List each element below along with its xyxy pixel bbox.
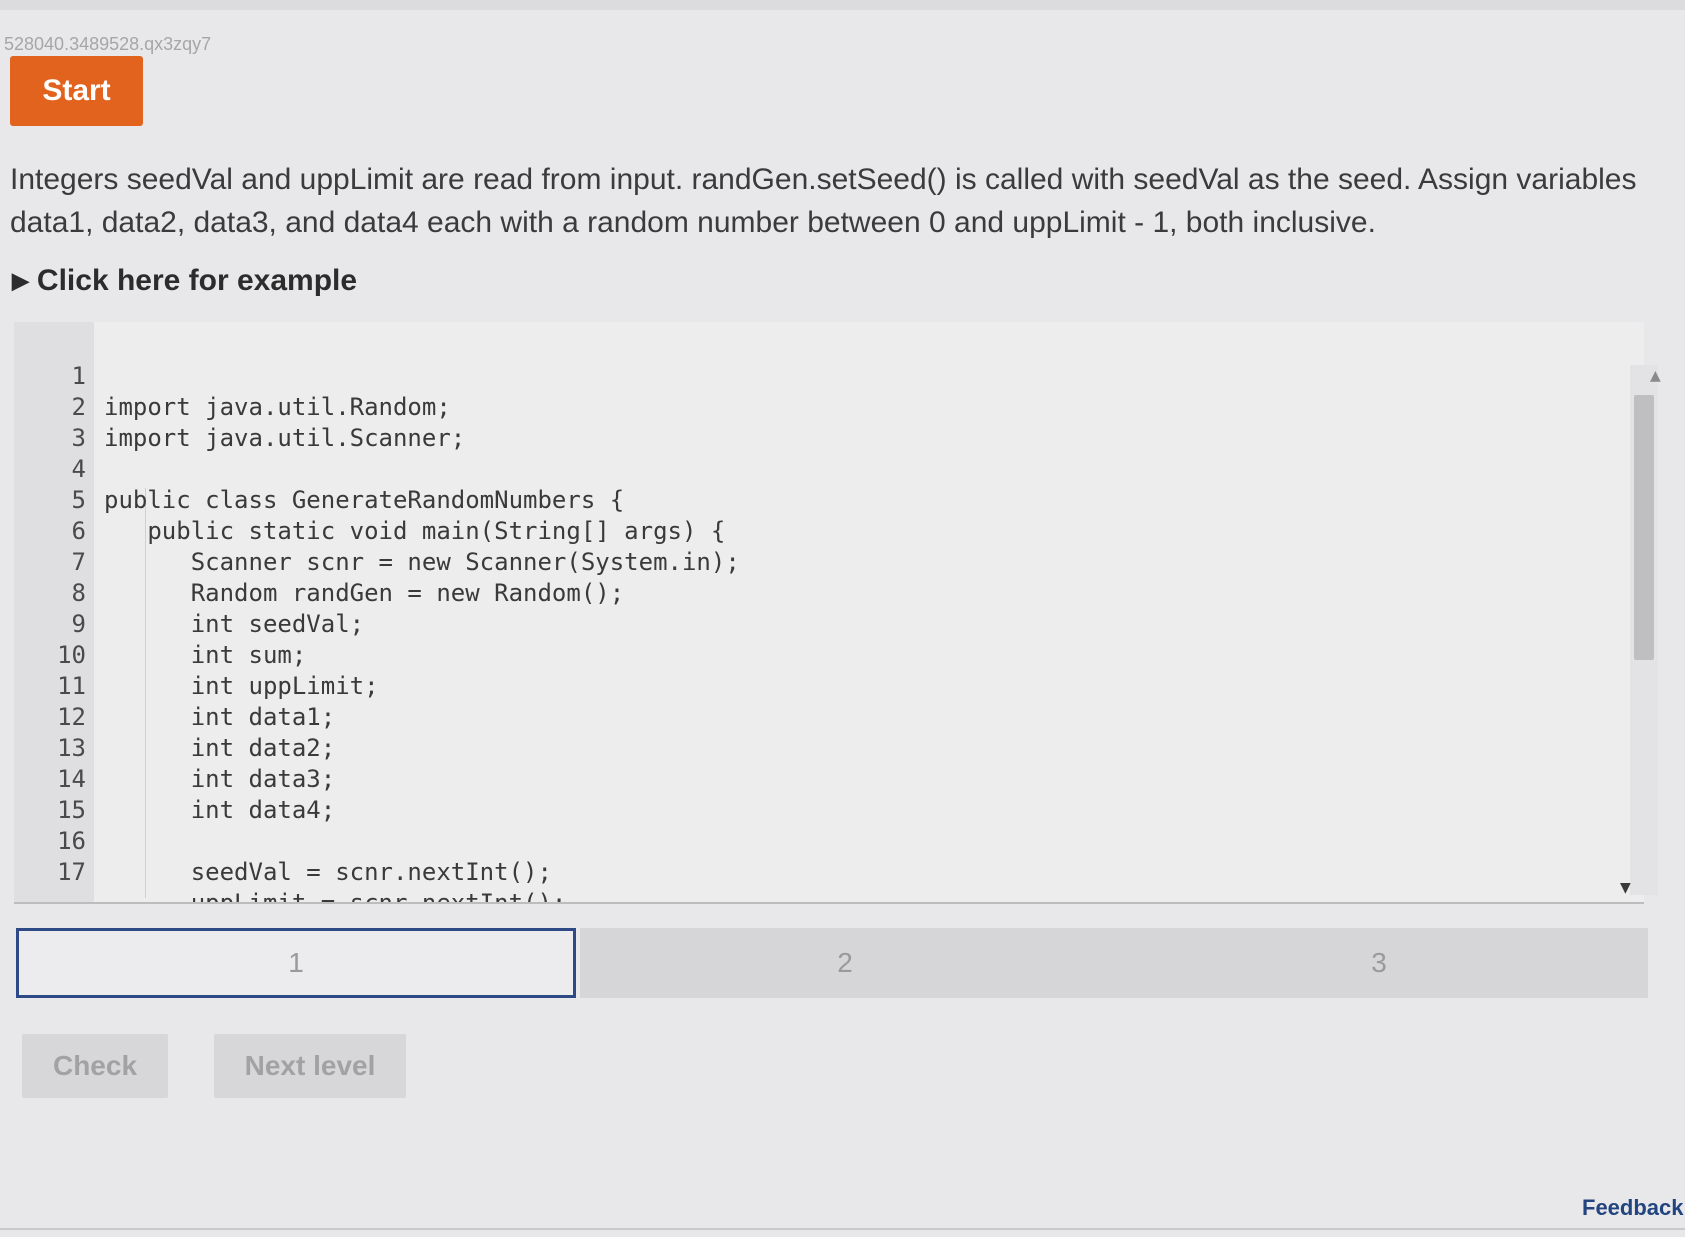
line-number: 17	[57, 858, 86, 886]
code-line: 4 public class GenerateRandomNumbers {	[14, 423, 1574, 514]
code-line: 15	[14, 764, 1574, 824]
scroll-down-arrow-icon[interactable]: ▼	[1620, 880, 1631, 896]
next-level-button[interactable]: Next level	[214, 1034, 406, 1098]
line-code: seedVal = scnr.nextInt();	[104, 858, 552, 886]
code-line: 17 uppLimit = scnr.nextInt();	[14, 826, 1574, 902]
disclosure-triangle-icon: ▶	[12, 268, 29, 293]
code-line: 11 int data1;	[14, 640, 1574, 731]
code-line: 2 import java.util.Scanner;	[14, 361, 1574, 452]
code-line: 12 int data2;	[14, 671, 1574, 762]
code-line: 1 import java.util.Random;	[14, 330, 1574, 421]
code-line: 3	[14, 392, 1574, 452]
scroll-up-arrow-icon[interactable]: ▲	[1650, 368, 1661, 384]
check-button[interactable]: Check	[22, 1034, 168, 1098]
level-segment-1[interactable]: 1	[16, 928, 576, 998]
example-toggle[interactable]: ▶ Click here for example	[12, 264, 357, 298]
code-line: 13 int data3;	[14, 702, 1574, 793]
code-line: 10 int uppLimit;	[14, 609, 1574, 700]
footer-divider	[0, 1228, 1685, 1230]
start-button[interactable]: Start	[10, 56, 143, 126]
code-line: 16 seedVal = scnr.nextInt();	[14, 795, 1574, 886]
code-line: 14 int data4;	[14, 733, 1574, 824]
line-code: uppLimit = scnr.nextInt();	[104, 889, 567, 904]
scrollbar-thumb[interactable]	[1634, 395, 1654, 660]
top-strip	[0, 0, 1685, 10]
level-segment-3[interactable]: 3	[1110, 928, 1648, 998]
code-line: 7 Random randGen = new Random();	[14, 516, 1574, 607]
example-toggle-label: Click here for example	[36, 264, 358, 297]
code-line: 5 public static void main(String[] args)…	[14, 454, 1574, 545]
code-line: 6 Scanner scnr = new Scanner(System.in);	[14, 485, 1574, 576]
feedback-link[interactable]: Feedback	[1582, 1195, 1684, 1221]
code-editor[interactable]: 1 import java.util.Random; 2 import java…	[14, 322, 1644, 904]
level-segment-2[interactable]: 2	[580, 928, 1110, 998]
code-line: 8 int seedVal;	[14, 547, 1574, 638]
instructions-text: Integers seedVal and uppLimit are read f…	[10, 163, 1637, 239]
activity-id: 528040.3489528.qx3zqy7	[4, 34, 212, 54]
code-line: 9 int sum;	[14, 578, 1574, 669]
